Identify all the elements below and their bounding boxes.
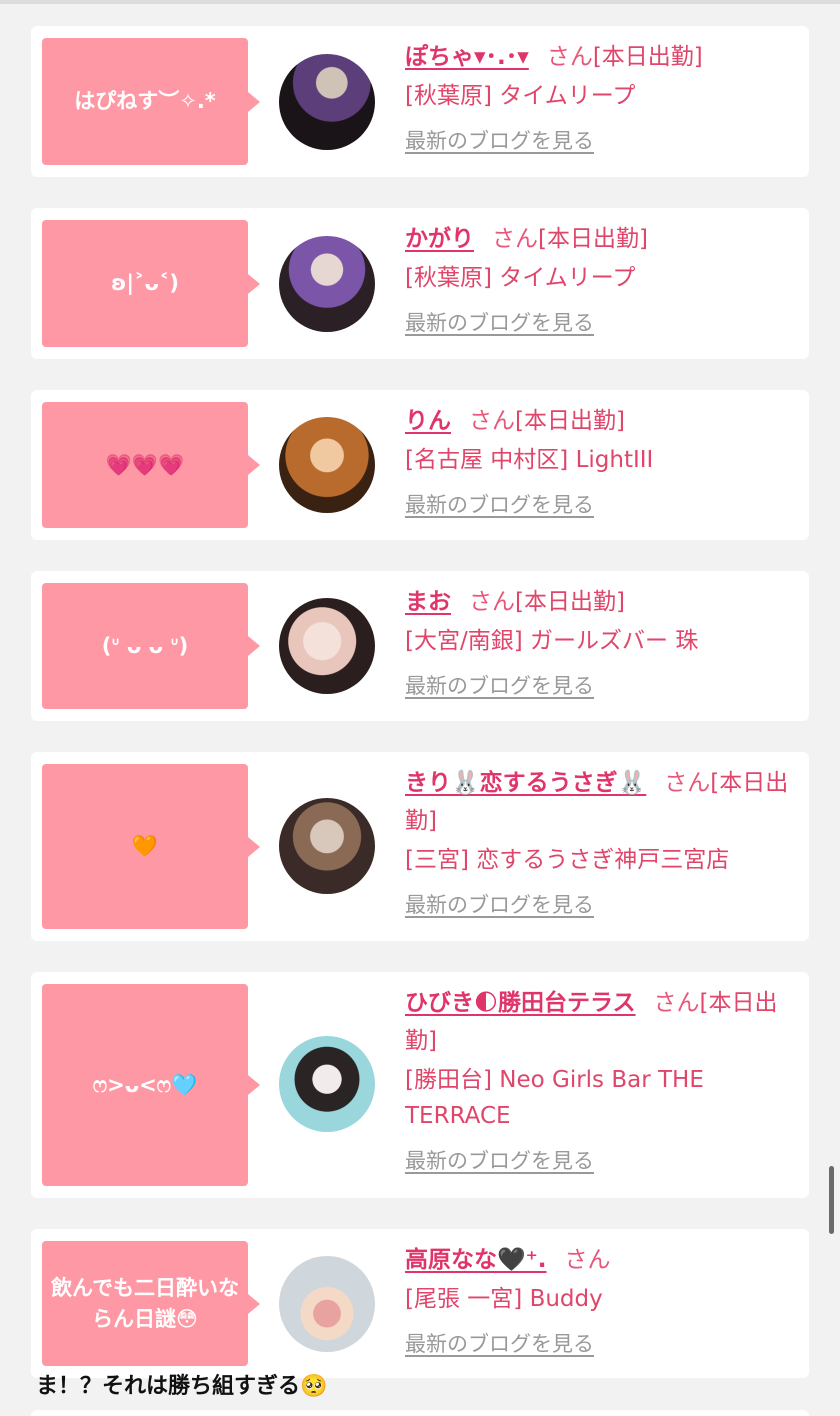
latest-blog-link[interactable]: 最新のブログを見る	[405, 671, 594, 701]
honorific: さん	[492, 226, 538, 252]
overlay-comment: ま！？それは勝ち組すぎる🥺	[36, 1374, 328, 1399]
honorific: さん	[469, 589, 515, 615]
top-divider	[0, 0, 840, 4]
entry-info: りん さん[本日出勤] [名古屋 中村区] LightIII 最新のブログを見る	[405, 402, 797, 520]
entry-header: かがり さん[本日出勤]	[405, 220, 797, 258]
avatar[interactable]	[279, 598, 375, 694]
latest-blog-link[interactable]: 最新のブログを見る	[405, 1146, 594, 1176]
entry-info: かがり さん[本日出勤] [秋葉原] タイムリープ 最新のブログを見る	[405, 220, 797, 338]
blog-card: 飲んでも二日酔いならん日謎😳 高原なな🖤⁺. さん [尾張 一宮] Buddy 最…	[31, 1229, 809, 1378]
message-text: 🧡	[131, 834, 159, 858]
entry-header: ぽちゃ▾･.･▾ さん[本日出勤]	[405, 38, 797, 76]
blog-card: 🧡 きり🐰恋するうさぎ🐰 さん[本日出勤] [三宮] 恋するうさぎ神戸三宮店 最新…	[31, 752, 809, 941]
next-card-edge	[31, 1410, 809, 1416]
scrollbar-thumb[interactable]	[829, 1166, 834, 1234]
blog-card: 💗💗💗 りん さん[本日出勤] [名古屋 中村区] LightIII 最新のブログ…	[31, 390, 809, 540]
blog-card: はぴねす︶✧.* ぽちゃ▾･.･▾ さん[本日出勤] [秋葉原] タイムリープ 最…	[31, 26, 809, 177]
message-bubble: はぴねす︶✧.*	[42, 38, 260, 165]
message-text: ෆ>ᴗ<ෆ🩵	[92, 1072, 198, 1097]
girl-name-link[interactable]: ひびき🌓勝田台テラス	[405, 990, 636, 1016]
entry-info: きり🐰恋するうさぎ🐰 さん[本日出勤] [三宮] 恋するうさぎ神戸三宮店 最新のブ…	[405, 764, 797, 920]
entry-header: りん さん[本日出勤]	[405, 402, 797, 440]
entry-header: きり🐰恋するうさぎ🐰 さん[本日出勤]	[405, 764, 797, 840]
girl-name-link[interactable]: まお	[405, 589, 451, 615]
girl-name-link[interactable]: りん	[405, 408, 451, 434]
honorific: さん	[653, 990, 700, 1016]
avatar[interactable]	[279, 798, 375, 894]
girl-name-link[interactable]: ぽちゃ▾･.･▾	[405, 44, 529, 70]
message-bubble: ෆ>ᴗ<ෆ🩵	[42, 984, 260, 1186]
blog-card: ʚ|˃ᴗ˂) かがり さん[本日出勤] [秋葉原] タイムリープ 最新のブログを見…	[31, 208, 809, 359]
message-text: ʚ|˃ᴗ˂)	[110, 271, 180, 295]
status-text: [本日出勤]	[515, 408, 625, 434]
status-text: [本日出勤]	[515, 589, 625, 615]
girl-name-link[interactable]: かがり	[405, 226, 474, 252]
honorific: さん	[546, 44, 593, 70]
message-text: 💗💗💗	[105, 452, 185, 477]
status-text: [本日出勤]	[592, 44, 703, 70]
entry-info: まお さん[本日出勤] [大宮/南銀] ガールズバー 珠 最新のブログを見る	[405, 583, 797, 701]
message-text: (ᐡ ᴗ ᴗ ᐡ)	[101, 633, 189, 658]
avatar[interactable]	[279, 1036, 375, 1132]
status-text: [本日出勤]	[538, 226, 648, 252]
honorific: さん	[664, 770, 711, 796]
latest-blog-link[interactable]: 最新のブログを見る	[405, 890, 594, 920]
latest-blog-link[interactable]: 最新のブログを見る	[405, 126, 594, 156]
entry-info: 高原なな🖤⁺. さん [尾張 一宮] Buddy 最新のブログを見る	[405, 1241, 797, 1359]
honorific: さん	[469, 408, 515, 434]
message-text: はぴねす︶✧.*	[74, 89, 216, 113]
shop-name: [秋葉原] タイムリープ	[405, 265, 636, 291]
shop-name: [勝田台] Neo Girls Bar THE TERRACE	[405, 1067, 704, 1129]
entry-info: ひびき🌓勝田台テラス さん[本日出勤] [勝田台] Neo Girls Bar T…	[405, 984, 797, 1176]
entry-header: ひびき🌓勝田台テラス さん[本日出勤]	[405, 984, 797, 1060]
avatar[interactable]	[279, 54, 375, 150]
latest-blog-link[interactable]: 最新のブログを見る	[405, 1329, 594, 1359]
message-bubble: 🧡	[42, 764, 260, 929]
shop-name: [尾張 一宮] Buddy	[405, 1286, 603, 1312]
message-bubble: 💗💗💗	[42, 402, 260, 528]
avatar[interactable]	[279, 236, 375, 332]
message-text: 飲んでも二日酔いならん日謎😳	[51, 1275, 239, 1331]
message-bubble: 飲んでも二日酔いならん日謎😳	[42, 1241, 260, 1366]
message-bubble: (ᐡ ᴗ ᴗ ᐡ)	[42, 583, 260, 709]
blog-card: (ᐡ ᴗ ᴗ ᐡ) まお さん[本日出勤] [大宮/南銀] ガールズバー 珠 最新…	[31, 571, 809, 721]
shop-name: [秋葉原] タイムリープ	[405, 83, 636, 109]
avatar[interactable]	[279, 1256, 375, 1352]
entry-info: ぽちゃ▾･.･▾ さん[本日出勤] [秋葉原] タイムリープ 最新のブログを見る	[405, 38, 797, 156]
shop-name: [三宮] 恋するうさぎ神戸三宮店	[405, 847, 730, 873]
latest-blog-link[interactable]: 最新のブログを見る	[405, 490, 594, 520]
girl-name-link[interactable]: 高原なな🖤⁺.	[405, 1247, 547, 1273]
shop-name: [大宮/南銀] ガールズバー 珠	[405, 628, 699, 654]
honorific: さん	[564, 1247, 611, 1273]
entry-header: まお さん[本日出勤]	[405, 583, 797, 621]
message-bubble: ʚ|˃ᴗ˂)	[42, 220, 260, 347]
girl-name-link[interactable]: きり🐰恋するうさぎ🐰	[405, 770, 646, 796]
blog-card: ෆ>ᴗ<ෆ🩵 ひびき🌓勝田台テラス さん[本日出勤] [勝田台] Neo Girl…	[31, 972, 809, 1198]
shop-name: [名古屋 中村区] LightIII	[405, 447, 654, 473]
entry-header: 高原なな🖤⁺. さん	[405, 1241, 797, 1279]
latest-blog-link[interactable]: 最新のブログを見る	[405, 308, 594, 338]
avatar[interactable]	[279, 417, 375, 513]
